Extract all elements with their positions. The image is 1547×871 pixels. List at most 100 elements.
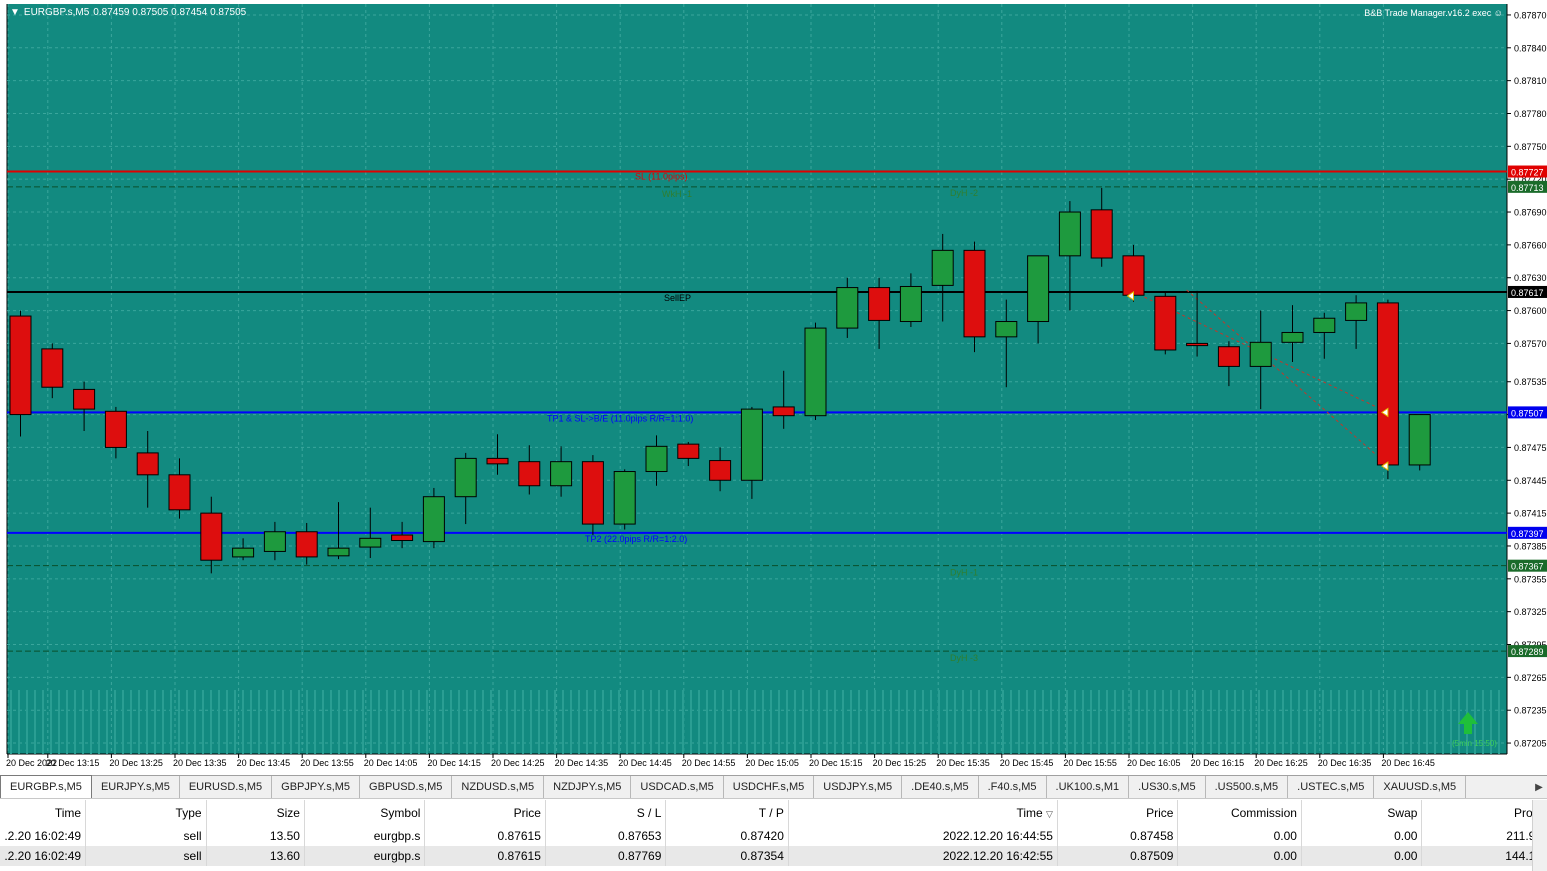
candle-body	[740, 408, 763, 481]
tab-gbpusd-s-m5[interactable]: GBPUSD.s,M5	[360, 776, 453, 798]
price-axis-label: 0.87840	[1514, 43, 1547, 53]
tab-scroll-right-icon[interactable]: ▶	[1531, 776, 1547, 798]
table-row[interactable]: .2.20 16:02:49 sell 13.50 eurgbp.s 0.876…	[0, 826, 1547, 846]
price-axis-label: 0.87235	[1514, 706, 1547, 716]
candle-body	[772, 406, 795, 417]
time-axis-label: 20 Dec 14:55	[682, 758, 736, 768]
candle-body	[899, 285, 922, 323]
candle-body	[9, 315, 32, 416]
candle-body	[868, 287, 891, 321]
tab-usdcad-s-m5[interactable]: USDCAD.s,M5	[631, 776, 724, 798]
price-tag-label: 0.87289	[1511, 647, 1544, 657]
candle-body	[422, 496, 445, 543]
tab-f40-s-m5[interactable]: .F40.s,M5	[979, 776, 1047, 798]
tab-usdchf-s-m5[interactable]: USDCHF.s,M5	[724, 776, 815, 798]
candle-body	[581, 461, 604, 525]
time-axis-label: 20 Dec 15:35	[936, 758, 990, 768]
candle-body	[41, 348, 64, 388]
candle-body	[931, 249, 954, 286]
time-axis-label: 20 Dec 16:05	[1127, 758, 1181, 768]
col-type[interactable]: Type	[85, 800, 207, 826]
candle-body	[391, 534, 414, 541]
col-tp[interactable]: T / P	[665, 800, 789, 826]
line-label: WkH -1	[662, 189, 692, 199]
tab-eurusd-s-m5[interactable]: EURUSD.s,M5	[180, 776, 273, 798]
chart-area[interactable]: 0.87870 0.87840 0.87810 0.87780 0.87750 0.877…	[0, 0, 1547, 771]
col-sl[interactable]: S / L	[545, 800, 667, 826]
smiley-icon: ☺	[1493, 8, 1503, 18]
candle-body	[1154, 295, 1177, 351]
candle-body	[295, 531, 318, 558]
tab-usdjpy-s-m5[interactable]: USDJPY.s,M5	[814, 776, 903, 798]
col-commission[interactable]: Commission	[1177, 800, 1302, 826]
tab-ustec-s-m5[interactable]: .USTEC.s,M5	[1288, 776, 1375, 798]
time-axis-label: 20 Dec 15:45	[1000, 758, 1054, 768]
col-size[interactable]: Size	[206, 800, 305, 826]
candle-body	[1408, 414, 1431, 466]
col-close-price[interactable]: Price	[1057, 800, 1179, 826]
time-axis-label: 20 Dec 15:25	[873, 758, 927, 768]
candle-body	[1249, 341, 1272, 367]
dropdown-arrow-icon[interactable]: ▼	[10, 7, 20, 18]
signal-label: (5min 15:50)	[1452, 739, 1497, 748]
tab-eurgbp-s-m5[interactable]: EURGBP.s,M5	[0, 775, 92, 798]
col-price[interactable]: Price	[424, 800, 546, 826]
col-profit[interactable]: Profit	[1421, 800, 1547, 826]
price-axis-label: 0.87660	[1514, 240, 1547, 250]
price-axis-label: 0.87780	[1514, 109, 1547, 119]
col-symbol[interactable]: Symbol	[304, 800, 426, 826]
line-label: SellEP	[664, 293, 691, 303]
price-tag-label: 0.87397	[1511, 529, 1544, 539]
trade-history-table: Time Type Size Symbol Price S / L T / P …	[0, 800, 1547, 866]
symbol-header: ▼ EURGBP.s,M5 0.87459 0.87505 0.87454 0.…	[10, 7, 246, 18]
price-tag-label: 0.87507	[1511, 408, 1544, 418]
col-swap[interactable]: Swap	[1301, 800, 1423, 826]
price-axis-label: 0.87325	[1514, 607, 1547, 617]
candle-body	[550, 461, 573, 487]
candle-body	[613, 471, 636, 525]
line-label: SL (11.0pips)	[635, 172, 688, 182]
line-label: DyH -1	[950, 568, 978, 578]
tab-xauusd-s-m5[interactable]: XAUUSD.s,M5	[1374, 776, 1467, 798]
price-axis-label: 0.87445	[1514, 476, 1547, 486]
tab-uk100-s-m1[interactable]: .UK100.s,M1	[1047, 776, 1130, 798]
table-scrollbar[interactable]	[1532, 800, 1547, 871]
candle-body	[1186, 342, 1209, 347]
price-axis-label: 0.87690	[1514, 208, 1547, 218]
price-axis-label: 0.87205	[1514, 739, 1547, 749]
price-axis-label: 0.87600	[1514, 306, 1547, 316]
price-axis-label: 0.87810	[1514, 76, 1547, 86]
col-close-time[interactable]: Time ▽	[788, 800, 1058, 826]
time-axis-label: 20 Dec 14:25	[491, 758, 545, 768]
table-row[interactable]: .2.20 16:02:49 sell 13.60 eurgbp.s 0.876…	[0, 846, 1547, 866]
candle-body	[1313, 317, 1336, 333]
price-tag-label: 0.87367	[1511, 562, 1544, 572]
tab-nzdjpy-s-m5[interactable]: NZDJPY.s,M5	[544, 776, 632, 798]
time-axis-label: 20 Dec 16:15	[1191, 758, 1245, 768]
price-axis-label: 0.87355	[1514, 574, 1547, 584]
time-axis-label: 20 Dec 13:55	[300, 758, 354, 768]
time-axis-label: 20 Dec 15:15	[809, 758, 863, 768]
candle-body	[1217, 346, 1240, 367]
candle-body	[709, 460, 732, 481]
sort-desc-icon: ▽	[1046, 809, 1053, 819]
tab-us500-s-m5[interactable]: .US500.s,M5	[1206, 776, 1289, 798]
tab-eurjpy-s-m5[interactable]: EURJPY.s,M5	[92, 776, 180, 798]
price-tag-label: 0.87727	[1511, 168, 1544, 178]
time-axis-label: 20 Dec 14:45	[618, 758, 672, 768]
price-chart[interactable]: 0.87870 0.87840 0.87810 0.87780 0.87750 0.877…	[0, 0, 1547, 771]
col-time[interactable]: Time	[0, 800, 87, 826]
candle-body	[1027, 255, 1050, 323]
candle-body	[454, 457, 477, 498]
candle-body	[518, 461, 541, 487]
time-axis-label: 20 Dec 14:05	[364, 758, 418, 768]
candle-body	[263, 531, 286, 552]
time-axis-label: 20 Dec 13:15	[46, 758, 100, 768]
tab-de40-s-m5[interactable]: .DE40.s,M5	[902, 776, 979, 798]
candle-body	[1281, 331, 1304, 343]
tab-us30-s-m5[interactable]: .US30.s,M5	[1129, 776, 1206, 798]
price-axis-label: 0.87535	[1514, 377, 1547, 387]
tab-nzdusd-s-m5[interactable]: NZDUSD.s,M5	[452, 776, 545, 798]
time-axis-label: 20 Dec 16:35	[1318, 758, 1372, 768]
tab-gbpjpy-s-m5[interactable]: GBPJPY.s,M5	[272, 776, 361, 798]
